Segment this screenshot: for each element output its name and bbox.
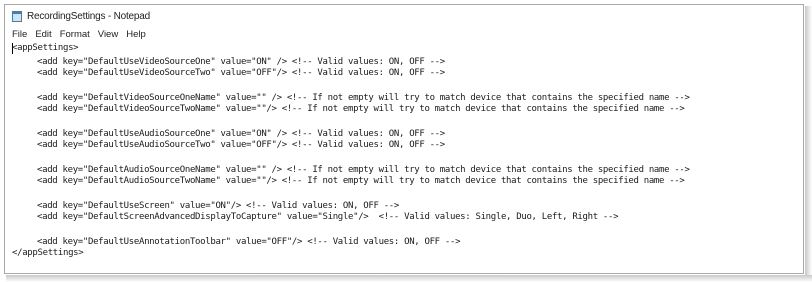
menu-edit[interactable]: Edit — [35, 29, 51, 40]
menu-bar: File Edit Format View Help — [5, 27, 803, 42]
notepad-window: RecordingSettings - Notepad File Edit Fo… — [4, 4, 804, 274]
menu-help[interactable]: Help — [126, 29, 146, 40]
text-caret — [12, 43, 13, 54]
menu-view[interactable]: View — [98, 29, 118, 40]
code-line: <add key="DefaultAudioSourceTwoName" val… — [37, 176, 685, 186]
code-line: <add key="DefaultVideoSourceTwoName" val… — [37, 104, 685, 114]
code-line: <add key="DefaultScreenAdvancedDisplayTo… — [37, 212, 619, 222]
code-line: <add key="DefaultAudioSourceOneName" val… — [37, 165, 690, 175]
title-bar[interactable]: RecordingSettings - Notepad — [5, 5, 803, 27]
code-line: <add key="DefaultUseAudioSourceTwo" valu… — [37, 140, 445, 150]
window-shadow-bottom — [6, 275, 812, 282]
window-shadow-right — [805, 6, 812, 282]
notepad-icon — [12, 10, 22, 22]
code-line: <add key="DefaultUseScreen" value="ON"/>… — [37, 201, 399, 211]
code-line: <add key="DefaultUseAnnotationToolbar" v… — [37, 237, 461, 247]
text-editor-area[interactable]: <appSettings> <add key="DefaultUseVideoS… — [5, 42, 803, 273]
code-line: <add key="DefaultUseVideoSourceTwo" valu… — [37, 68, 445, 78]
menu-file[interactable]: File — [12, 29, 27, 40]
menu-format[interactable]: Format — [60, 29, 90, 40]
code-line: <add key="DefaultVideoSourceOneName" val… — [37, 93, 690, 103]
code-line: </appSettings> — [12, 248, 84, 258]
window-title: RecordingSettings - Notepad — [27, 10, 151, 22]
code-line: <appSettings> — [12, 43, 79, 53]
code-line: <add key="DefaultUseAudioSourceOne" valu… — [37, 129, 445, 139]
code-line: <add key="DefaultUseVideoSourceOne" valu… — [37, 57, 445, 67]
